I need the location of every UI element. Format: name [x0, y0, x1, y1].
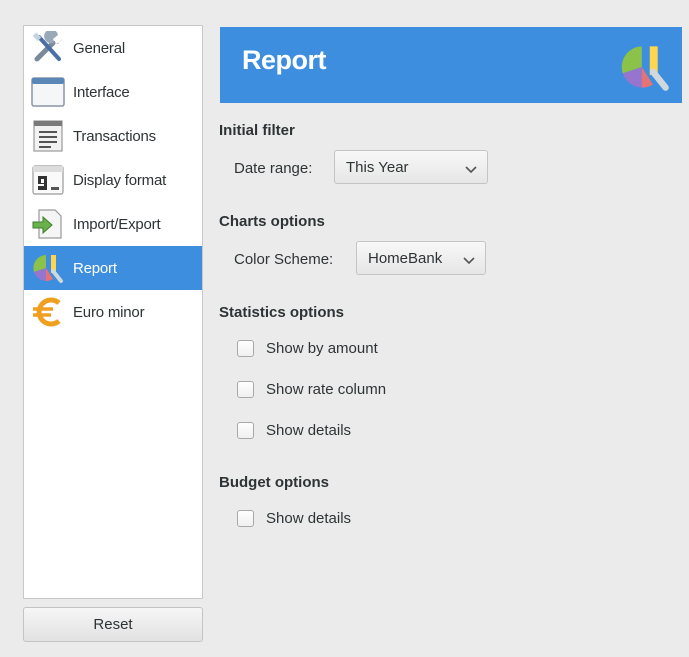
budget-show-details-row[interactable]: Show details	[237, 510, 351, 527]
tools-icon	[29, 29, 67, 67]
reset-button[interactable]: Reset	[23, 607, 203, 642]
show-details-label[interactable]: Show details	[266, 422, 351, 439]
window-icon	[29, 73, 67, 111]
sidebar-item-label: General	[73, 39, 125, 57]
date-range-value: This Year	[346, 158, 409, 176]
report-icon	[29, 249, 67, 287]
sidebar-item-label: Import/Export	[73, 215, 161, 233]
sidebar-item-display-format[interactable]: Display format	[24, 158, 202, 202]
budget-show-details-label[interactable]: Show details	[266, 510, 351, 527]
show-by-amount-checkbox[interactable]	[237, 340, 254, 357]
sidebar-item-import-export[interactable]: Import/Export	[24, 202, 202, 246]
preferences-sidebar: General Interface Transactions Display f…	[23, 25, 203, 599]
sidebar-item-label: Display format	[73, 171, 167, 189]
sidebar-item-label: Interface	[73, 83, 130, 101]
budget-show-details-checkbox[interactable]	[237, 510, 254, 527]
list-icon	[29, 117, 67, 155]
show-details-row[interactable]: Show details	[237, 422, 351, 439]
show-rate-column-row[interactable]: Show rate column	[237, 381, 386, 398]
sidebar-item-label: Report	[73, 259, 117, 277]
show-rate-column-label[interactable]: Show rate column	[266, 381, 386, 398]
page-banner: Report	[220, 27, 682, 103]
euro-icon	[29, 293, 67, 331]
sidebar-item-report[interactable]: Report	[24, 246, 202, 290]
statistics-options-heading: Statistics options	[219, 304, 345, 321]
import-export-icon	[29, 205, 67, 243]
date-range-select[interactable]: This Year	[334, 150, 488, 184]
show-rate-column-checkbox[interactable]	[237, 381, 254, 398]
chevron-down-icon	[465, 162, 477, 174]
color-scheme-value: HomeBank	[368, 249, 443, 267]
sidebar-item-general[interactable]: General	[24, 26, 202, 70]
report-icon	[618, 40, 672, 94]
chevron-down-icon	[463, 253, 475, 265]
page-title: Report	[242, 45, 327, 75]
preferences-window: General Interface Transactions Display f…	[8, 10, 682, 650]
sidebar-item-label: Transactions	[73, 127, 156, 145]
sidebar-item-interface[interactable]: Interface	[24, 70, 202, 114]
show-details-checkbox[interactable]	[237, 422, 254, 439]
budget-options-heading: Budget options	[219, 474, 329, 491]
initial-filter-heading: Initial filter	[219, 122, 295, 139]
charts-options-heading: Charts options	[219, 213, 325, 230]
sidebar-item-label: Euro minor	[73, 303, 145, 321]
sidebar-item-transactions[interactable]: Transactions	[24, 114, 202, 158]
show-by-amount-label[interactable]: Show by amount	[266, 340, 378, 357]
show-by-amount-row[interactable]: Show by amount	[237, 340, 378, 357]
color-scheme-label: Color Scheme:	[234, 251, 334, 268]
sidebar-item-euro-minor[interactable]: Euro minor	[24, 290, 202, 334]
color-scheme-select[interactable]: HomeBank	[356, 241, 486, 275]
calendar-icon	[29, 161, 67, 199]
date-range-label: Date range:	[234, 160, 313, 177]
